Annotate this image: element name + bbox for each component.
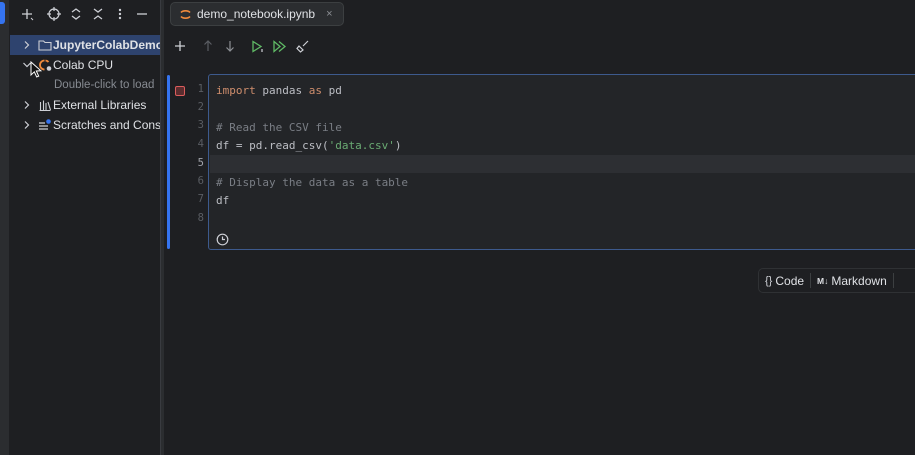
add-icon[interactable]: [17, 4, 37, 24]
locate-icon[interactable]: [44, 4, 64, 24]
run-all-button[interactable]: [270, 36, 290, 56]
jupyter-icon: [180, 9, 191, 19]
run-cell-button[interactable]: [248, 36, 268, 56]
line-number: 6: [197, 175, 204, 187]
add-code-cell-button[interactable]: {} Code: [759, 270, 810, 291]
line-number: 1: [197, 83, 204, 95]
load-hint-text: Double-click to load: [54, 79, 155, 91]
minimize-icon[interactable]: [132, 4, 152, 24]
line-number: 3: [197, 119, 204, 131]
tab-label: demo_notebook.ipynb: [197, 7, 316, 21]
chevron-right-icon[interactable]: [22, 100, 32, 110]
add-markdown-cell-label: Markdown: [831, 273, 887, 288]
mouse-pointer-icon: [30, 61, 42, 78]
line-number: 7: [197, 193, 204, 205]
move-cell-up-button[interactable]: [198, 36, 218, 56]
line-number-gutter: 1 2 3 4 5 6 7 8: [170, 75, 208, 249]
move-down-icon: [226, 41, 234, 52]
tree-item-project-root[interactable]: JupyterColabDemo: [10, 35, 160, 55]
tree-item-load-hint[interactable]: Double-click to load: [10, 75, 160, 95]
close-icon[interactable]: ×: [326, 8, 332, 20]
markdown-icon: M↓: [817, 275, 829, 286]
line-number: 2: [197, 101, 204, 113]
tree-item-external-libraries[interactable]: External Libraries: [10, 95, 160, 115]
tree-item-label: Scratches and Consoles: [53, 118, 160, 132]
code-line-1[interactable]: import pandas as pd: [216, 82, 342, 100]
code-line-7[interactable]: df: [216, 192, 229, 210]
project-toolbar: [10, 0, 160, 28]
add-cell-icon: [175, 41, 185, 51]
move-up-icon: [204, 40, 212, 51]
add-code-cell-label: Code: [775, 273, 805, 288]
add-cell-button[interactable]: [170, 36, 190, 56]
more-options-icon[interactable]: [110, 4, 130, 24]
clear-outputs-icon: [295, 40, 308, 53]
execution-time-icon[interactable]: [216, 233, 229, 246]
run-all-icon: [273, 39, 287, 53]
current-line-highlight: [210, 155, 915, 173]
expand-all-icon[interactable]: [66, 4, 86, 24]
tree-item-label: Colab CPU: [53, 58, 114, 72]
chevron-right-icon[interactable]: [22, 120, 32, 130]
clear-outputs-button[interactable]: [292, 36, 312, 56]
code-line-4[interactable]: df = pd.read_csv('data.csv'): [216, 137, 401, 155]
scratches-icon: [39, 119, 51, 130]
toolbar-divider: [892, 273, 894, 288]
libraries-icon: [39, 100, 52, 112]
tree-item-label: External Libraries: [53, 98, 147, 112]
code-line-6[interactable]: # Display the data as a table: [216, 174, 408, 192]
move-cell-down-button[interactable]: [220, 36, 240, 56]
tree-item-label: JupyterColabDemo: [53, 38, 160, 52]
project-panel: JupyterColabDemo Colab CPU Double-click …: [10, 0, 160, 455]
code-cell[interactable]: import pandas as pd # Read the CSV file …: [208, 74, 915, 250]
notebook-editor: demo_notebook.ipynb × 1 2 3 4 5 6 7 8 im…: [164, 0, 915, 455]
chevron-right-icon[interactable]: [22, 40, 32, 50]
code-braces-icon: {}: [765, 274, 773, 287]
add-cell-toolbar: {} Code M↓ Markdown: [758, 268, 915, 293]
activity-strip: [0, 0, 10, 455]
notebook-toolbar: [164, 34, 915, 58]
tree-item-scratches[interactable]: Scratches and Consoles: [10, 115, 160, 135]
line-number-current: 5: [197, 157, 204, 169]
active-tool-indicator: [0, 2, 5, 24]
line-number: 4: [197, 138, 204, 150]
collapse-all-icon[interactable]: [88, 4, 108, 24]
line-number: 8: [197, 212, 204, 224]
tab-demo-notebook[interactable]: demo_notebook.ipynb ×: [170, 2, 344, 26]
folder-icon: [38, 40, 52, 51]
run-cell-icon: [252, 39, 263, 53]
add-markdown-cell-button[interactable]: M↓ Markdown: [811, 270, 893, 291]
code-line-3[interactable]: # Read the CSV file: [216, 119, 342, 137]
